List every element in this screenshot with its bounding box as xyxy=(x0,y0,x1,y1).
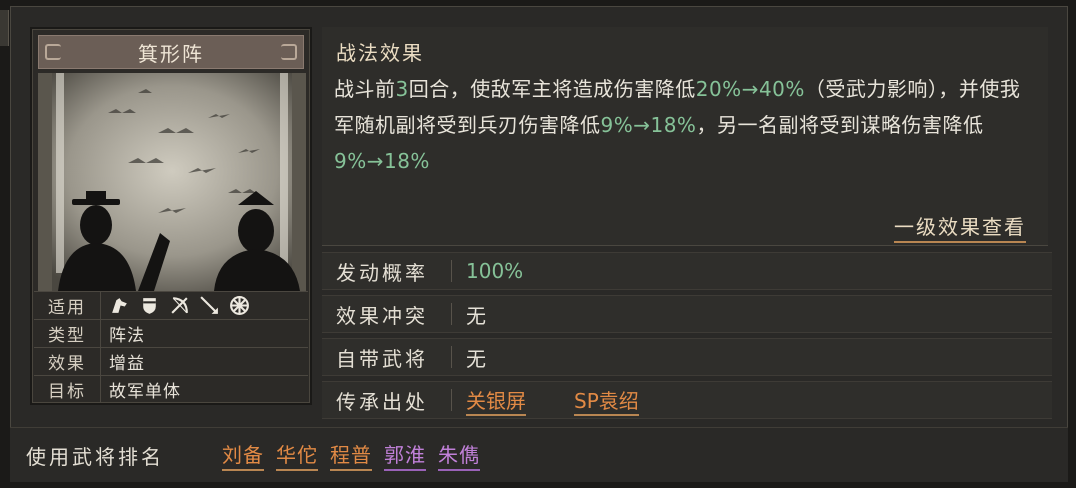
usage-ranking-bar: 使用武将排名 刘备 华佗 程普 郭淮 朱儁 xyxy=(10,427,1068,482)
prop-key: 发动概率 xyxy=(322,260,452,285)
wheel-icon xyxy=(230,296,249,315)
title-ornament-left xyxy=(45,44,61,60)
card-title: 箕形阵 xyxy=(138,41,204,66)
ranked-general-link[interactable]: 郭淮 xyxy=(384,439,426,471)
card-artwork xyxy=(38,73,306,291)
attr-row-type: 类型 阵法 xyxy=(34,319,308,347)
attr-key: 目标 xyxy=(34,376,101,403)
effect-value: 9%→18% xyxy=(334,149,430,173)
attr-key: 适用 xyxy=(34,292,101,319)
cavalry-icon xyxy=(112,298,127,313)
attr-key: 类型 xyxy=(34,320,101,347)
effect-value: 3 xyxy=(395,77,409,101)
prop-conflict: 效果冲突 无 xyxy=(322,295,1052,333)
ranking-list: 刘备 华佗 程普 郭淮 朱儁 xyxy=(222,439,480,471)
card-title-bar: 箕形阵 xyxy=(38,35,304,69)
attr-row-target: 目标 故军单体 xyxy=(34,375,308,403)
prop-key: 传承出处 xyxy=(322,389,452,414)
inheritance-general-link[interactable]: SP袁绍 xyxy=(574,385,639,416)
spear-icon xyxy=(200,296,218,314)
level-one-effect-link[interactable]: 一级效果查看 xyxy=(894,211,1026,243)
ranked-general-link[interactable]: 刘备 xyxy=(222,439,264,471)
trigger-rate-value: 100% xyxy=(466,259,524,283)
side-tab xyxy=(0,10,9,46)
prop-key: 自带武将 xyxy=(322,346,452,371)
effect-text: ，另一名副将受到谋略伤害降低 xyxy=(696,113,984,137)
attr-row-effect: 效果 增益 xyxy=(34,347,308,375)
native-general-value: 无 xyxy=(466,346,486,371)
prop-key: 效果冲突 xyxy=(322,303,452,328)
attr-key: 效果 xyxy=(34,348,101,375)
effect-title: 战法效果 xyxy=(336,41,424,65)
shield-icon xyxy=(143,298,156,314)
attr-value: 故军单体 xyxy=(109,382,181,402)
effect-value: 20%→40% xyxy=(695,77,805,101)
prop-native-general: 自带武将 无 xyxy=(322,338,1052,376)
effect-text: 回合，使敌军主将造成伤害降低 xyxy=(408,77,696,101)
ranked-general-link[interactable]: 朱儁 xyxy=(438,439,480,471)
tactic-card: 箕形阵 适用 类型 阵法 效果 增益 目标 故军单体 xyxy=(30,27,312,405)
effect-description: 战斗前3回合，使敌军主将造成伤害降低20%→40%（受武力影响），并使我军随机副… xyxy=(334,71,1034,179)
inheritance-general-link[interactable]: 关银屏 xyxy=(466,385,526,416)
attr-row-applicable: 适用 xyxy=(34,291,308,319)
prop-trigger-rate: 发动概率 100% xyxy=(322,252,1052,290)
conflict-value: 无 xyxy=(466,303,486,328)
ranked-general-link[interactable]: 程普 xyxy=(330,439,372,471)
bow-icon xyxy=(171,297,188,314)
attr-value: 增益 xyxy=(109,354,145,374)
attr-value: 阵法 xyxy=(109,326,145,346)
troop-type-icons xyxy=(101,295,250,316)
effect-value: 9%→18% xyxy=(600,113,697,137)
ranked-general-link[interactable]: 华佗 xyxy=(276,439,318,471)
ranking-label: 使用武将排名 xyxy=(26,444,164,469)
effect-text: 战斗前 xyxy=(334,77,396,101)
card-attributes: 适用 类型 阵法 效果 增益 目标 故军单体 xyxy=(34,291,308,403)
title-ornament-right xyxy=(281,44,297,60)
effect-section: 战法效果 战斗前3回合，使敌军主将造成伤害降低20%→40%（受武力影响），并使… xyxy=(322,27,1048,246)
prop-inheritance-source: 传承出处 关银屏 SP袁绍 xyxy=(322,381,1052,419)
tactic-properties: 发动概率 100% 效果冲突 无 自带武将 无 传承出处 关银屏 SP袁绍 xyxy=(322,252,1052,424)
